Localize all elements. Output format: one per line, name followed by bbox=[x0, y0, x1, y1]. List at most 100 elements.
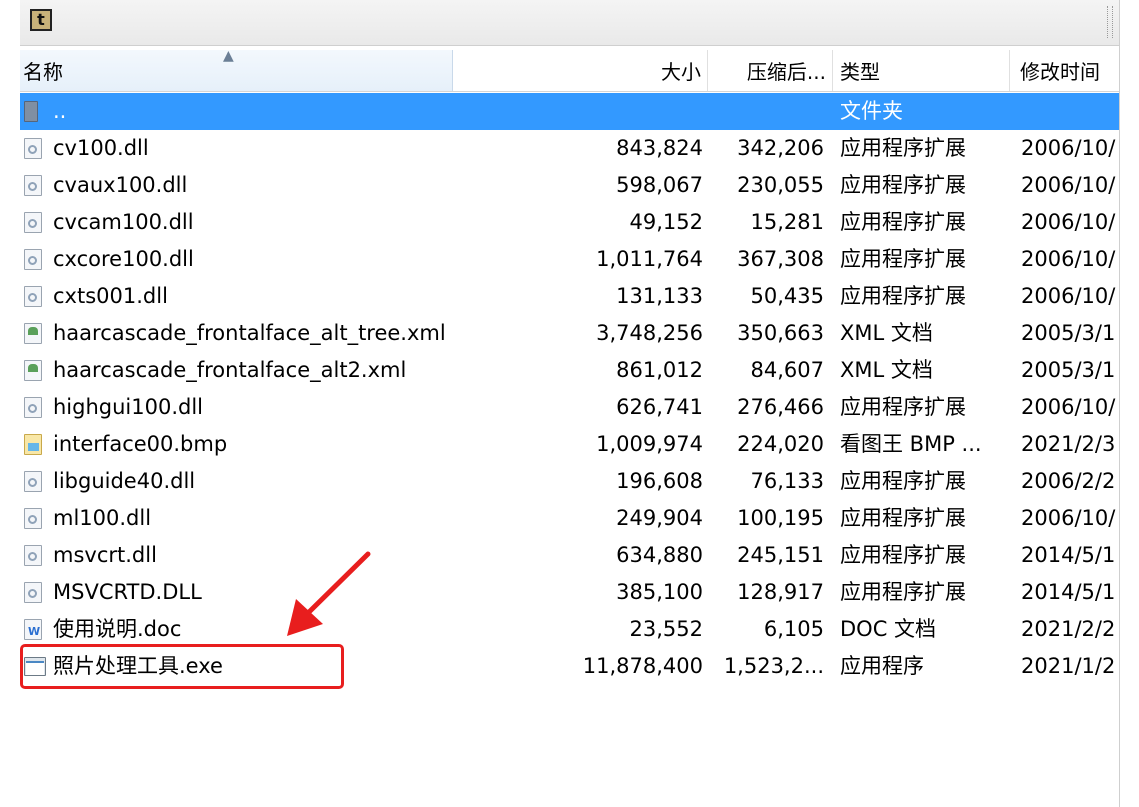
file-row[interactable]: msvcrt.dll 634,880 245,151 应用程序扩展 2014/5/1 bbox=[20, 537, 1119, 574]
file-size: 131,133 bbox=[616, 284, 703, 308]
file-size: 249,904 bbox=[616, 506, 703, 530]
file-row[interactable]: cxts001.dll 131,133 50,435 应用程序扩展 2006/10/ bbox=[20, 278, 1119, 315]
sort-ascending-icon: ▲ bbox=[223, 50, 234, 64]
file-name: interface00.bmp bbox=[53, 432, 228, 456]
file-size: 1,009,974 bbox=[596, 432, 703, 456]
file-compressed-size bbox=[708, 93, 824, 130]
file-modified: 2005/3/1 bbox=[1021, 321, 1116, 345]
file-name-cell[interactable]: cv100.dll bbox=[20, 130, 453, 167]
file-name-cell[interactable]: libguide40.dll bbox=[20, 463, 453, 500]
file-name-cell[interactable]: msvcrt.dll bbox=[20, 537, 453, 574]
file-compressed-size: 230,055 bbox=[737, 173, 824, 197]
file-compressed-size: 76,133 bbox=[750, 469, 824, 493]
folder-icon bbox=[24, 101, 38, 122]
dll-file-icon bbox=[24, 138, 42, 159]
file-modified: 2021/2/3 bbox=[1021, 432, 1116, 456]
file-type: DOC 文档 bbox=[840, 617, 937, 641]
dll-file-icon bbox=[24, 397, 42, 418]
file-row[interactable]: cvcam100.dll 49,152 15,281 应用程序扩展 2006/10/ bbox=[20, 204, 1119, 241]
xml-file-icon bbox=[24, 360, 42, 381]
column-header-modified[interactable]: 修改时间 bbox=[1010, 50, 1119, 91]
file-size: 49,152 bbox=[629, 210, 703, 234]
file-name: highgui100.dll bbox=[53, 395, 204, 419]
file-name: ml100.dll bbox=[53, 506, 152, 530]
file-compressed-size: 350,663 bbox=[737, 321, 824, 345]
file-modified: 2006/10/ bbox=[1021, 395, 1116, 419]
file-name-cell[interactable]: haarcascade_frontalface_alt2.xml bbox=[20, 352, 453, 389]
file-name-cell[interactable]: .. bbox=[20, 93, 453, 130]
file-size: 634,880 bbox=[616, 543, 703, 567]
file-type: 应用程序扩展 bbox=[840, 247, 966, 271]
file-modified: 2006/10/ bbox=[1021, 284, 1116, 308]
file-type: XML 文档 bbox=[840, 321, 933, 345]
file-modified: 2006/2/2 bbox=[1021, 469, 1116, 493]
column-header-size[interactable]: 大小 bbox=[453, 50, 708, 91]
file-type: 应用程序扩展 bbox=[840, 469, 966, 493]
up-folder-icon[interactable]: t bbox=[30, 9, 52, 31]
file-compressed-size: 276,466 bbox=[737, 395, 824, 419]
file-name-cell[interactable]: cxts001.dll bbox=[20, 278, 453, 315]
file-modified bbox=[1021, 93, 1119, 130]
file-size: 11,878,400 bbox=[582, 654, 703, 678]
file-row[interactable]: cv100.dll 843,824 342,206 应用程序扩展 2006/10/ bbox=[20, 130, 1119, 167]
file-compressed-size: 128,917 bbox=[737, 580, 824, 604]
file-row[interactable]: cvaux100.dll 598,067 230,055 应用程序扩展 2006/10/ bbox=[20, 167, 1119, 204]
file-row[interactable]: highgui100.dll 626,741 276,466 应用程序扩展 2006/1… bbox=[20, 389, 1119, 426]
file-row[interactable]: haarcascade_frontalface_alt2.xml 861,012 8… bbox=[20, 352, 1119, 389]
dll-file-icon bbox=[24, 471, 42, 492]
file-type: XML 文档 bbox=[840, 358, 933, 382]
file-row[interactable]: libguide40.dll 196,608 76,133 应用程序扩展 2006/2/… bbox=[20, 463, 1119, 500]
file-modified: 2005/3/1 bbox=[1021, 358, 1116, 382]
file-name-cell[interactable]: highgui100.dll bbox=[20, 389, 453, 426]
file-row[interactable]: .. 文件夹 bbox=[20, 93, 1119, 130]
file-compressed-size: 1,523,2... bbox=[723, 654, 824, 678]
file-name-cell[interactable]: cvcam100.dll bbox=[20, 204, 453, 241]
file-name-cell[interactable]: ml100.dll bbox=[20, 500, 453, 537]
file-size bbox=[453, 93, 703, 130]
file-type: 应用程序扩展 bbox=[840, 506, 966, 530]
file-name: cxts001.dll bbox=[53, 284, 168, 308]
file-type: 应用程序扩展 bbox=[840, 580, 966, 604]
doc-file-icon bbox=[24, 613, 42, 648]
file-name: cxcore100.dll bbox=[53, 247, 194, 271]
file-name: haarcascade_frontalface_alt2.xml bbox=[53, 358, 407, 382]
dll-file-icon bbox=[24, 212, 42, 233]
file-size: 1,011,764 bbox=[596, 247, 703, 271]
file-name-cell[interactable]: haarcascade_frontalface_alt_tree.xml bbox=[20, 315, 453, 352]
file-compressed-size: 245,151 bbox=[737, 543, 824, 567]
file-name: cv100.dll bbox=[53, 136, 149, 160]
file-size: 3,748,256 bbox=[596, 321, 703, 345]
file-row[interactable]: 使用说明.doc 23,552 6,105 DOC 文档 2021/2/2 bbox=[20, 611, 1119, 648]
xml-file-icon bbox=[24, 323, 42, 344]
column-header-type[interactable]: 类型 bbox=[833, 50, 1010, 91]
file-name-cell[interactable]: 使用说明.doc bbox=[20, 611, 453, 648]
file-name-cell[interactable]: cxcore100.dll bbox=[20, 241, 453, 278]
file-name: haarcascade_frontalface_alt_tree.xml bbox=[53, 321, 446, 345]
file-name-cell[interactable]: MSVCRTD.DLL bbox=[20, 574, 453, 611]
column-header-name[interactable]: ▲ 名称 bbox=[20, 50, 453, 91]
file-modified: 2014/5/1 bbox=[1021, 580, 1116, 604]
file-row[interactable]: ml100.dll 249,904 100,195 应用程序扩展 2006/10/ bbox=[20, 500, 1119, 537]
file-name: libguide40.dll bbox=[53, 469, 196, 493]
file-row[interactable]: cxcore100.dll 1,011,764 367,308 应用程序扩展 2006/… bbox=[20, 241, 1119, 278]
file-type: 应用程序扩展 bbox=[840, 210, 966, 234]
file-size: 843,824 bbox=[616, 136, 703, 160]
file-size: 861,012 bbox=[616, 358, 703, 382]
file-row[interactable]: MSVCRTD.DLL 385,100 128,917 应用程序扩展 2014/5/1 bbox=[20, 574, 1119, 611]
toolbar: t bbox=[20, 0, 1119, 46]
file-name-cell[interactable]: interface00.bmp bbox=[20, 426, 453, 463]
file-row[interactable]: haarcascade_frontalface_alt_tree.xml 3,74… bbox=[20, 315, 1119, 352]
file-modified: 2006/10/ bbox=[1021, 210, 1116, 234]
dll-file-icon bbox=[24, 249, 42, 270]
file-compressed-size: 342,206 bbox=[737, 136, 824, 160]
column-header-compressed[interactable]: 压缩后... bbox=[708, 50, 833, 91]
file-list: .. 文件夹 cv100.dll 843,824 342,206 应用程序扩展 2006/1… bbox=[20, 93, 1119, 685]
file-row[interactable]: interface00.bmp 1,009,974 224,020 看图王 BMP .… bbox=[20, 426, 1119, 463]
file-name: 使用说明.doc bbox=[53, 617, 182, 641]
vertical-scrollbar[interactable] bbox=[1119, 0, 1139, 807]
file-modified: 2006/10/ bbox=[1021, 247, 1116, 271]
annotation-highlight-box bbox=[20, 644, 344, 689]
file-compressed-size: 15,281 bbox=[750, 210, 824, 234]
toolbar-grip[interactable] bbox=[1107, 6, 1113, 38]
file-name-cell[interactable]: cvaux100.dll bbox=[20, 167, 453, 204]
